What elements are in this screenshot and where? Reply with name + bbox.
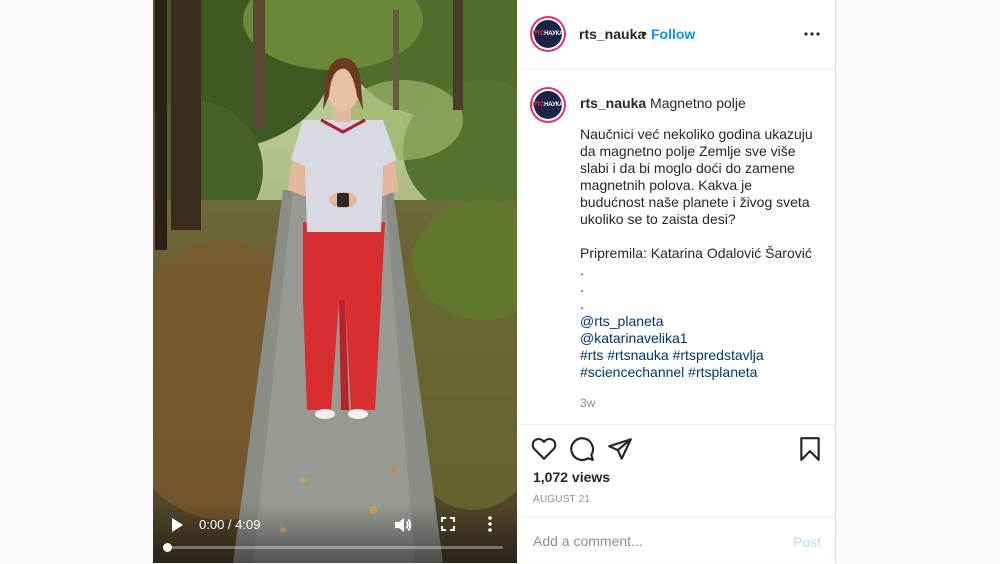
- comment-bubble-icon[interactable]: [569, 436, 595, 462]
- play-icon[interactable]: [169, 517, 185, 533]
- video-controls: 0:00 / 4:09: [153, 503, 517, 563]
- hashtags-link[interactable]: #sciencechannel #rtsplaneta: [580, 364, 820, 381]
- post-side-panel: РТС НАУКА rts_nauka • Follow РТС НАУКА r…: [517, 0, 835, 563]
- video-progress-knob[interactable]: [163, 543, 172, 552]
- video-more-options-icon[interactable]: [487, 515, 493, 533]
- avatar-logo-text-b: НАУКА: [544, 31, 564, 37]
- caption-avatar-logo: РТС НАУКА: [532, 91, 564, 119]
- heart-icon[interactable]: [531, 436, 557, 462]
- caption-username[interactable]: rts_nauka: [580, 95, 646, 111]
- post-date: AUGUST 21: [533, 494, 591, 505]
- caption-paragraph: Naučnici već nekoliko godina ukazuju da …: [580, 126, 813, 227]
- comment-bar: Post: [517, 516, 835, 564]
- post-actions: 1,072 views AUGUST 21: [517, 424, 835, 517]
- caption-avatar[interactable]: РТС НАУКА: [530, 87, 566, 123]
- bookmark-icon[interactable]: [797, 436, 823, 462]
- caption-avatar-logo-text-b: НАУКА: [544, 102, 564, 108]
- caption-title: Magnetno polje: [650, 95, 746, 111]
- more-options-icon[interactable]: [803, 27, 821, 41]
- avatar-logo: РТС НАУКА: [532, 20, 564, 48]
- post-header: РТС НАУКА rts_nauka • Follow: [517, 0, 835, 69]
- avatar[interactable]: РТС НАУКА: [530, 16, 566, 52]
- volume-icon[interactable]: [394, 516, 412, 534]
- paper-plane-icon[interactable]: [607, 436, 633, 462]
- post-comment-button[interactable]: Post: [793, 534, 821, 550]
- header-username[interactable]: rts_nauka: [579, 26, 645, 42]
- caption-dot: .: [580, 262, 584, 278]
- post-container: 0:00 / 4:09 РТС НАУКА rts_nauka • Follow…: [153, 0, 836, 563]
- mention-link[interactable]: @rts_planeta: [580, 313, 820, 330]
- video-progress-bar[interactable]: [163, 543, 503, 552]
- caption-title-line: rts_nauka Magnetno polje: [580, 94, 746, 112]
- caption-body: Naučnici već nekoliko godina ukazuju da …: [580, 126, 820, 381]
- video-frame: [153, 0, 517, 563]
- header-separator: •: [642, 25, 647, 41]
- avatar-logo-text-a: РТС: [532, 31, 545, 37]
- hashtags-link[interactable]: #rts #rtsnauka #rtspredstavlja: [580, 347, 820, 364]
- caption-time-ago[interactable]: 3w: [580, 396, 595, 410]
- caption-avatar-ring: РТС НАУКА: [532, 89, 564, 121]
- fullscreen-icon[interactable]: [441, 517, 455, 531]
- video-time: 0:00 / 4:09: [199, 517, 261, 532]
- avatar-ring: РТС НАУКА: [532, 18, 564, 50]
- comment-input[interactable]: [533, 529, 773, 553]
- video-player[interactable]: 0:00 / 4:09: [153, 0, 517, 563]
- caption-avatar-logo-text-a: РТС: [532, 102, 545, 108]
- follow-button[interactable]: Follow: [651, 26, 695, 42]
- caption-dot: .: [580, 279, 584, 295]
- caption-dot: .: [580, 296, 584, 312]
- caption-area: РТС НАУКА rts_nauka Magnetno polje Naučni…: [517, 69, 835, 425]
- mention-link[interactable]: @katarinavelika1: [580, 330, 820, 347]
- caption-credit: Pripremila: Katarina Odalović Šarović: [580, 245, 812, 261]
- view-count[interactable]: 1,072 views: [533, 469, 610, 485]
